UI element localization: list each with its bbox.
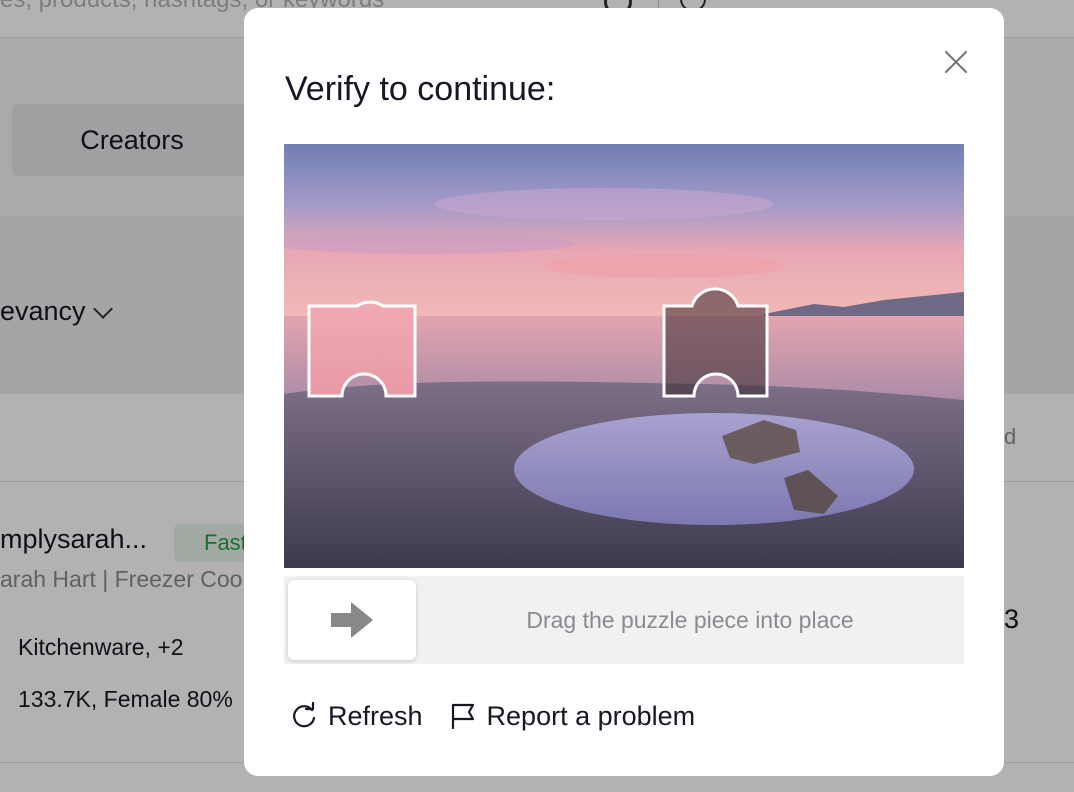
close-icon[interactable] [944,50,968,74]
slider-hint: Drag the puzzle piece into place [526,606,854,633]
modal-actions: Refresh Report a problem [290,698,695,734]
flag-icon [451,703,474,730]
refresh-button[interactable]: Refresh [290,701,423,732]
report-label: Report a problem [486,700,696,731]
slider-handle[interactable] [288,580,416,660]
tide-pool [514,413,914,525]
cloud [544,254,784,278]
report-problem-button[interactable]: Report a problem [449,700,696,732]
sky [284,144,964,316]
cloud [434,188,774,220]
cloud [284,234,574,254]
puzzle-image [284,144,964,568]
verify-modal: Verify to continue: Drag the puzzle piec… [244,8,1004,776]
slider-track[interactable]: Drag the puzzle piece into place [284,576,964,664]
refresh-label: Refresh [328,700,423,731]
refresh-icon [293,702,316,728]
modal-title: Verify to continue: [285,70,556,108]
arrow-right-icon [331,602,373,638]
